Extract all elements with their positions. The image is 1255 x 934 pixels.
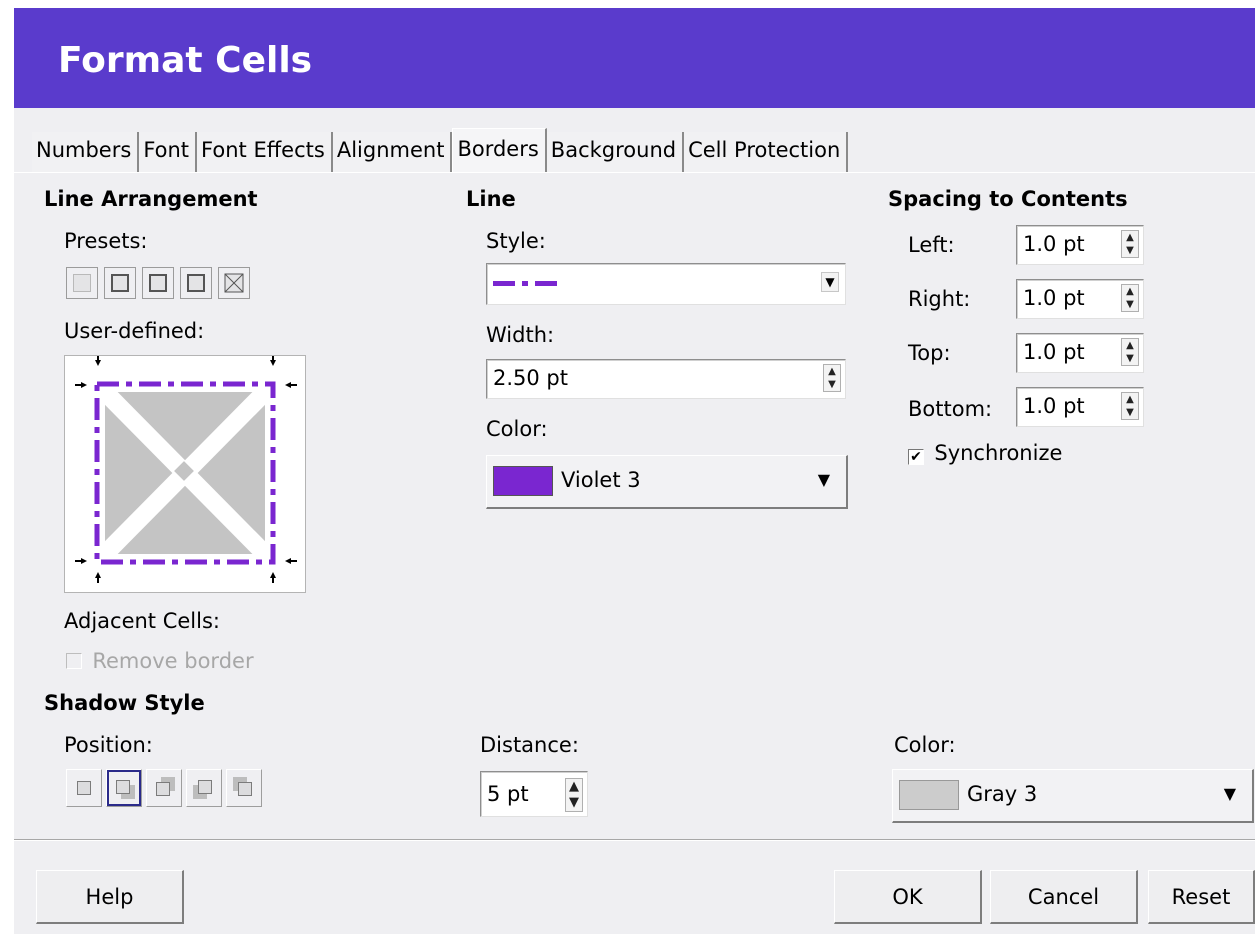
style-label: Style: [486,229,546,253]
reset-button-label: Reset [1171,885,1231,909]
line-color-value: Violet 3 [561,468,641,492]
help-button[interactable]: Help [36,870,184,924]
tab-cell-protection[interactable]: Cell Protection [684,132,849,172]
cancel-button-label: Cancel [1027,885,1100,909]
chevron-down-icon: ▼ [1223,784,1236,803]
shadow-bottom-left[interactable] [186,769,222,807]
tab-background[interactable]: Background [546,132,685,172]
border-preview[interactable] [64,355,306,593]
shadow-distance-field[interactable]: 5 pt ▲ ▼ [480,771,588,817]
border-preview-canvas [75,356,297,583]
tab-font-effects[interactable]: Font Effects [197,132,333,172]
width-label: Width: [486,323,555,347]
line-width-field[interactable]: 2.50 pt ▲ ▼ [486,359,846,399]
window-title: Format Cells [14,8,1255,108]
tab-borders[interactable]: Borders [452,128,547,172]
spacing-bottom-field[interactable]: 1.0 pt ▲ ▼ [1016,387,1144,427]
remove-border-option: Remove border [66,649,254,673]
shadow-bottom-right[interactable] [106,769,142,807]
line-style-select[interactable]: ▼ [486,263,846,305]
ok-button-label: OK [892,885,923,909]
cancel-button[interactable]: Cancel [990,870,1138,924]
remove-border-label: Remove border [92,649,254,673]
spacing-right-spinner[interactable]: ▲ ▼ [1121,284,1139,312]
synchronize-checkbox[interactable]: ✔ [908,449,924,465]
ok-button[interactable]: OK [834,870,982,924]
shadow-position-group [66,769,266,807]
tab-bar: Numbers Font Font Effects Alignment Bord… [32,128,849,172]
preset-diagonal[interactable] [218,267,250,299]
shadow-none[interactable] [66,769,102,807]
spacing-top-spinner[interactable]: ▲ ▼ [1121,338,1139,366]
tab-numbers[interactable]: Numbers [32,132,140,172]
spacing-bottom-label: Bottom: [908,397,993,421]
spacing-bottom-value: 1.0 pt [1023,394,1085,418]
spacing-left-label: Left: [908,233,955,257]
line-style-sample [493,281,563,286]
distance-spinner[interactable]: ▲ ▼ [565,778,583,812]
reset-button[interactable]: Reset [1148,870,1255,924]
shadow-top-left[interactable] [226,769,262,807]
preset-none[interactable] [66,267,98,299]
spacing-right-value: 1.0 pt [1023,286,1085,310]
spacing-top-label: Top: [908,341,951,365]
shadow-position-label: Position: [64,733,153,757]
shadow-top-right[interactable] [146,769,182,807]
line-heading: Line [466,187,516,211]
preset-box-inner[interactable] [142,267,174,299]
spacing-left-value: 1.0 pt [1023,232,1085,256]
spacing-left-spinner[interactable]: ▲ ▼ [1121,230,1139,258]
diagonal-icon [224,273,244,293]
help-button-label: Help [85,885,134,909]
format-cells-dialog: Format Cells Numbers Font Font Effects A… [14,8,1255,934]
shadow-color-value: Gray 3 [967,782,1038,806]
presets-group [66,267,256,304]
spacing-right-label: Right: [908,287,971,311]
preset-box[interactable] [104,267,136,299]
synchronize-label: Synchronize [934,441,1063,465]
chevron-down-icon[interactable]: ▼ [821,272,839,292]
presets-label: Presets: [64,229,148,253]
line-color-label: Color: [486,417,548,441]
line-color-swatch [493,466,553,496]
shadow-distance-label: Distance: [480,733,579,757]
spacing-left-field[interactable]: 1.0 pt ▲ ▼ [1016,225,1144,265]
divider [14,839,1255,841]
shadow-color-label: Color: [894,733,956,757]
chevron-down-icon: ▼ [817,470,830,489]
spacing-heading: Spacing to Contents [888,187,1128,211]
shadow-color-swatch [899,780,959,810]
line-color-dropdown[interactable]: Violet 3 ▼ [486,455,848,509]
tab-alignment[interactable]: Alignment [332,132,453,172]
line-width-value: 2.50 pt [493,366,568,390]
shadow-color-dropdown[interactable]: Gray 3 ▼ [892,769,1254,823]
spacing-top-value: 1.0 pt [1023,340,1085,364]
spacing-top-field[interactable]: 1.0 pt ▲ ▼ [1016,333,1144,373]
line-arrangement-heading: Line Arrangement [44,187,258,211]
spacing-bottom-spinner[interactable]: ▲ ▼ [1121,392,1139,420]
tab-font[interactable]: Font [139,132,198,172]
shadow-style-heading: Shadow Style [44,691,205,715]
shadow-distance-value: 5 pt [487,782,529,806]
synchronize-option: ✔ Synchronize [908,441,1062,465]
user-defined-label: User-defined: [64,319,205,343]
spacing-right-field[interactable]: 1.0 pt ▲ ▼ [1016,279,1144,319]
borders-panel: Line Arrangement Presets: User-defined: [14,172,1255,838]
width-spinner[interactable]: ▲ ▼ [823,364,841,392]
adjacent-cells-label: Adjacent Cells: [64,609,220,633]
preset-outer[interactable] [180,267,212,299]
remove-border-checkbox[interactable] [66,653,82,669]
